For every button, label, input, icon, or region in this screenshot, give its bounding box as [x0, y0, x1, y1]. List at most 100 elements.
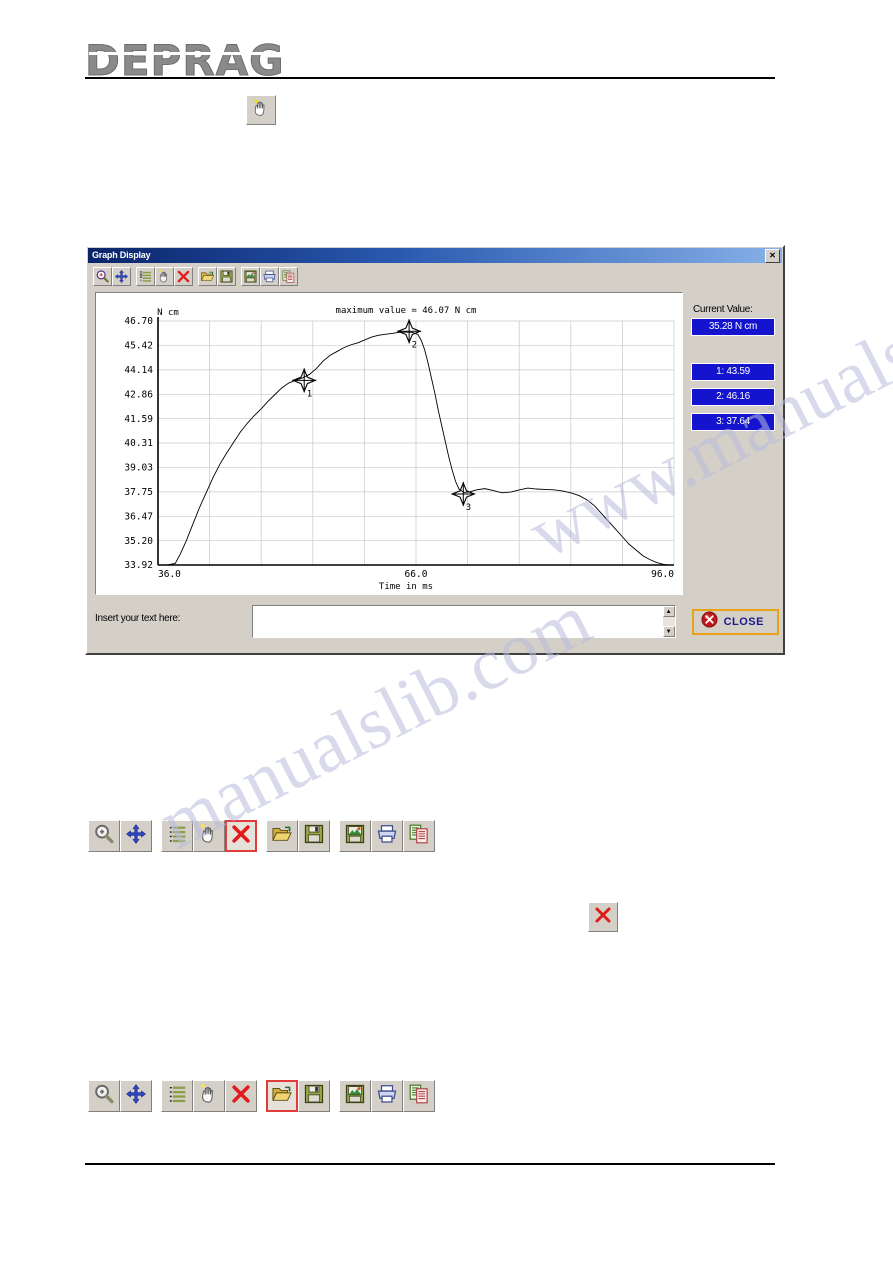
list-properties-icon: MMY: [159, 823, 188, 850]
marker-value-1: 1: 43.59: [691, 363, 775, 381]
zoom-in-icon-button[interactable]: [93, 267, 112, 286]
pan-move-icon-button[interactable]: [120, 820, 152, 852]
save-floppy-icon: [303, 823, 325, 850]
y-tick-label: 45.42: [124, 341, 153, 352]
copy-document-icon-button[interactable]: [279, 267, 298, 286]
y-tick-label: 36.47: [124, 512, 153, 523]
graph-display-window: Graph Display ✕ MMY 46.70 45.42 44.14 42…: [85, 245, 785, 655]
copy-document-icon-button[interactable]: [403, 1080, 435, 1112]
y-tick-label: 41.59: [124, 414, 153, 425]
footer-divider: [85, 1163, 775, 1165]
textarea-scrollbar[interactable]: ▲ ▼: [662, 606, 675, 637]
list-properties-icon: MMY: [140, 270, 152, 282]
svg-text:3: 3: [466, 503, 471, 513]
toolbar-row-delete-highlighted: MMY: [88, 820, 435, 852]
dialog-footer: Insert your text here: ▲ ▼ CLOSE: [95, 605, 779, 647]
pan-move-icon-button[interactable]: [120, 1080, 152, 1112]
save-image-icon-button[interactable]: [339, 1080, 371, 1112]
print-icon-button[interactable]: [371, 1080, 403, 1112]
close-button[interactable]: CLOSE: [691, 609, 779, 635]
toolbar-row-open-highlighted: MMY: [88, 1080, 435, 1112]
hand-icon-button[interactable]: [246, 95, 276, 125]
comment-textarea[interactable]: [252, 606, 663, 637]
y-tick-label: 46.70: [124, 316, 153, 327]
delete-x-icon: [593, 905, 613, 930]
open-folder-icon-button[interactable]: [198, 267, 217, 286]
delete-x-icon-button[interactable]: [225, 820, 257, 852]
pan-move-icon-button[interactable]: [112, 267, 131, 286]
save-image-icon-button[interactable]: [339, 820, 371, 852]
list-properties-icon-button[interactable]: MMY: [159, 820, 193, 852]
marker-value-list: 1: 43.59 2: 46.16 3: 37.64: [691, 363, 781, 431]
deprag-logo: DEPRAG: [85, 36, 285, 85]
delete-x-icon-button[interactable]: [588, 902, 618, 932]
window-titlebar[interactable]: Graph Display ✕: [88, 248, 782, 263]
zoom-in-icon: [96, 270, 109, 283]
chart-x-axis-label: Time in ms: [379, 582, 433, 592]
pan-move-icon: [125, 823, 147, 850]
hand-icon-button-dialog[interactable]: [155, 267, 174, 286]
hand-icon-button[interactable]: [193, 820, 225, 852]
window-title: Graph Display: [92, 250, 151, 260]
print-icon-button[interactable]: [371, 820, 403, 852]
marker-value-3: 3: 37.64: [691, 413, 775, 431]
pan-move-icon: [125, 1083, 147, 1110]
svg-text:1: 1: [307, 389, 312, 399]
delete-x-icon-button-dialog[interactable]: [174, 267, 193, 286]
chart-title: maximum value = 46.07 N cm: [336, 306, 477, 316]
copy-document-icon: [408, 1083, 430, 1110]
y-tick-label: 33.92: [124, 560, 153, 571]
delete-x-icon: [230, 1083, 252, 1110]
save-floppy-icon-button[interactable]: [298, 1080, 330, 1112]
svg-text:2: 2: [412, 340, 417, 350]
print-icon: [263, 270, 276, 283]
graph-toolbar: MMY: [93, 267, 298, 286]
save-floppy-icon: [303, 1083, 325, 1110]
delete-x-icon-button[interactable]: [225, 1080, 257, 1112]
y-tick-label: 37.75: [124, 487, 153, 498]
x-tick-label: 96.0: [651, 569, 674, 580]
open-folder-icon-button[interactable]: [266, 820, 298, 852]
print-icon-button[interactable]: [260, 267, 279, 286]
pan-move-icon: [114, 269, 129, 284]
zoom-in-icon-button[interactable]: [88, 820, 120, 852]
copy-document-icon: [282, 270, 295, 283]
hand-icon: [158, 270, 168, 283]
delete-x-icon: [230, 823, 252, 850]
current-value-box: 35.28 N cm: [691, 318, 775, 336]
copy-document-icon-button[interactable]: [403, 820, 435, 852]
zoom-in-icon-button[interactable]: [88, 1080, 120, 1112]
y-tick-label: 39.03: [124, 463, 153, 474]
save-image-icon: [244, 270, 257, 283]
copy-document-icon: [408, 823, 430, 850]
close-icon[interactable]: ✕: [765, 248, 780, 263]
list-properties-icon-button[interactable]: MMY: [159, 1080, 193, 1112]
scrollbar-track[interactable]: [662, 617, 675, 626]
save-floppy-icon-button[interactable]: [298, 820, 330, 852]
y-tick-label: 40.31: [124, 438, 153, 449]
save-image-icon: [344, 823, 366, 850]
hand-icon-button[interactable]: [193, 1080, 225, 1112]
scroll-down-icon[interactable]: ▼: [662, 626, 675, 637]
hand-icon: [198, 823, 220, 850]
open-folder-icon: [200, 271, 215, 282]
save-image-icon-button[interactable]: [241, 267, 260, 286]
delete-x-icon: [177, 270, 190, 283]
save-floppy-icon-button[interactable]: [217, 267, 236, 286]
svg-text:MMY: MMY: [140, 270, 144, 278]
zoom-in-icon: [93, 1083, 115, 1110]
comment-input-wrapper[interactable]: ▲ ▼: [251, 605, 676, 638]
marker-value-2: 2: 46.16: [691, 388, 775, 406]
y-tick-label: 35.20: [124, 536, 153, 547]
list-properties-icon-button[interactable]: MMY: [136, 267, 155, 286]
scroll-up-icon[interactable]: ▲: [662, 606, 675, 617]
x-tick-label: 66.0: [405, 569, 428, 580]
deprag-logo-text: DEPRAG: [85, 36, 285, 85]
zoom-in-icon: [93, 823, 115, 850]
save-image-icon: [344, 1083, 366, 1110]
hand-icon: [251, 98, 271, 123]
chart-y-axis-label: N cm: [157, 308, 179, 318]
open-folder-icon-button[interactable]: [266, 1080, 298, 1112]
close-button-label: CLOSE: [723, 616, 764, 628]
x-tick-label: 36.0: [158, 569, 181, 580]
